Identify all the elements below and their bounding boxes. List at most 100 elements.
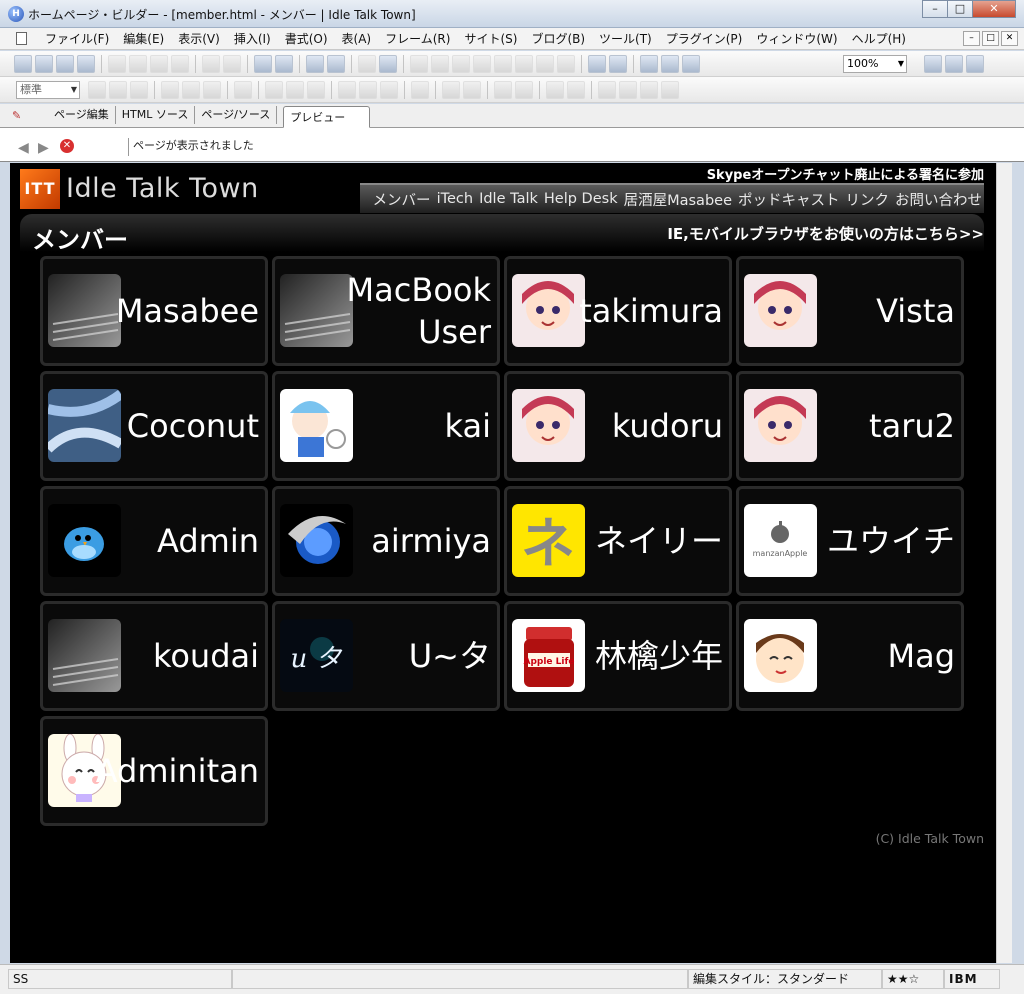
member-name[interactable]: Coconut (99, 374, 259, 478)
font-color-icon[interactable] (380, 81, 398, 99)
menu-item[interactable]: 書式(O) (278, 31, 335, 47)
member-card[interactable]: kai (272, 371, 500, 481)
member-name[interactable]: airmiya (331, 489, 491, 593)
menu-item[interactable]: ウィンドウ(W) (749, 31, 844, 47)
maximize-button[interactable]: □ (947, 0, 973, 18)
member-name[interactable]: Masabee (99, 259, 259, 363)
zoom-reset-icon[interactable] (682, 55, 700, 73)
save-icon[interactable] (56, 55, 74, 73)
frame-icon[interactable] (452, 55, 470, 73)
member-name[interactable]: Mag (795, 604, 955, 708)
member-card[interactable]: manzanApple ユウイチ (736, 486, 964, 596)
member-card[interactable]: airmiya (272, 486, 500, 596)
paragraph-style-select[interactable]: 標準 ▼ (16, 81, 80, 99)
menu-item[interactable]: 表(A) (335, 31, 379, 47)
bold-icon[interactable] (265, 81, 283, 99)
site-nav-link[interactable]: メンバー (373, 189, 431, 210)
preview-icon[interactable] (966, 55, 984, 73)
menu-item[interactable]: ブログ(B) (524, 31, 592, 47)
member-name[interactable]: Adminitan (96, 719, 259, 823)
border-icon[interactable] (546, 81, 564, 99)
mdi-minimize-button[interactable]: – (963, 31, 980, 46)
align-left-icon[interactable] (88, 81, 106, 99)
table-insert-icon[interactable] (411, 81, 429, 99)
edit-icon[interactable] (254, 55, 272, 73)
site-nav-link[interactable]: リンク (846, 189, 890, 210)
vertical-scrollbar[interactable] (996, 163, 1012, 963)
member-card[interactable]: u タ U~タ (272, 601, 500, 711)
anchor-icon[interactable] (515, 55, 533, 73)
cut-icon[interactable] (108, 55, 126, 73)
site-nav-link[interactable]: ポッドキャスト (738, 189, 840, 210)
export-icon[interactable] (588, 55, 606, 73)
member-name[interactable]: ユウイチ (795, 489, 955, 593)
member-name[interactable]: 林檎少年 (563, 604, 723, 708)
form-icon[interactable] (473, 55, 491, 73)
member-card[interactable]: kudoru (504, 371, 732, 481)
chart-icon[interactable] (609, 55, 627, 73)
paste-icon[interactable] (150, 55, 168, 73)
site-nav-link[interactable]: Idle Talk (479, 191, 538, 207)
member-card[interactable]: koudai (40, 601, 268, 711)
indent-icon[interactable] (161, 81, 179, 99)
edit-page-icon[interactable] (275, 55, 293, 73)
arrange-icon[interactable] (640, 81, 658, 99)
member-card[interactable]: Adminitan (40, 716, 268, 826)
shade-icon[interactable] (567, 81, 585, 99)
stop-icon[interactable]: ✕ (60, 139, 74, 153)
cell-split-icon[interactable] (463, 81, 481, 99)
menu-item[interactable]: フレーム(R) (378, 31, 457, 47)
site-nav-link[interactable]: お問い合わせ (895, 189, 982, 210)
member-card[interactable]: Apple Life 林檎少年 (504, 601, 732, 711)
menu-item[interactable]: ツール(T) (592, 31, 659, 47)
site-icon[interactable] (306, 55, 324, 73)
member-card[interactable]: Masabee (40, 256, 268, 366)
table-icon[interactable] (431, 55, 449, 73)
member-card[interactable]: Admin (40, 486, 268, 596)
tab-0[interactable]: ページ編集 (48, 106, 116, 124)
layer-icon[interactable] (598, 81, 616, 99)
row-icon[interactable] (494, 81, 512, 99)
mdi-close-button[interactable]: ✕ (1001, 31, 1018, 46)
zoom-select[interactable]: 100% ▼ (843, 55, 907, 73)
member-name[interactable]: Vista (795, 259, 955, 363)
member-name[interactable]: taru2 (795, 374, 955, 478)
menu-item[interactable]: 挿入(I) (227, 31, 278, 47)
menu-item[interactable]: 表示(V) (171, 31, 227, 47)
spellcheck-icon[interactable] (171, 55, 189, 73)
skype-notice-link[interactable]: Skypeオープンチャット廃止による署名に参加 (707, 164, 984, 183)
link-icon[interactable] (494, 55, 512, 73)
tab-1[interactable]: HTML ソース (116, 106, 196, 124)
site-logo-text[interactable]: Idle Talk Town (66, 173, 259, 204)
menu-item[interactable]: ヘルプ(H) (845, 31, 913, 47)
member-card[interactable]: MacBook User (272, 256, 500, 366)
site-logo-icon[interactable]: ITT (20, 169, 60, 209)
refresh-icon[interactable] (379, 55, 397, 73)
layout-icon[interactable] (536, 55, 554, 73)
italic-icon[interactable] (286, 81, 304, 99)
insert-icon[interactable] (410, 55, 428, 73)
column-icon[interactable] (515, 81, 533, 99)
list-icon[interactable] (203, 81, 221, 99)
grid-icon[interactable] (557, 55, 575, 73)
order-icon[interactable] (661, 81, 679, 99)
align-center-icon[interactable] (109, 81, 127, 99)
zoom-in-icon[interactable] (640, 55, 658, 73)
member-card[interactable]: takimura (504, 256, 732, 366)
style-icon[interactable] (945, 55, 963, 73)
member-card[interactable]: Mag (736, 601, 964, 711)
menu-item[interactable]: 編集(E) (116, 31, 171, 47)
member-name[interactable]: takimura (563, 259, 723, 363)
mobile-link[interactable]: IE,モバイルブラウザをお使いの方はこちら>> (667, 223, 984, 244)
member-name[interactable]: ネイリー (563, 489, 723, 593)
new-file-icon[interactable] (14, 55, 32, 73)
font-size-up-icon[interactable] (338, 81, 356, 99)
publish-icon[interactable] (327, 55, 345, 73)
member-card[interactable]: Vista (736, 256, 964, 366)
member-card[interactable]: ネネイリー (504, 486, 732, 596)
redo-icon[interactable] (223, 55, 241, 73)
strike-icon[interactable] (307, 81, 325, 99)
open-folder-icon[interactable] (35, 55, 53, 73)
font-size-down-icon[interactable] (359, 81, 377, 99)
zoom-out-icon[interactable] (661, 55, 679, 73)
